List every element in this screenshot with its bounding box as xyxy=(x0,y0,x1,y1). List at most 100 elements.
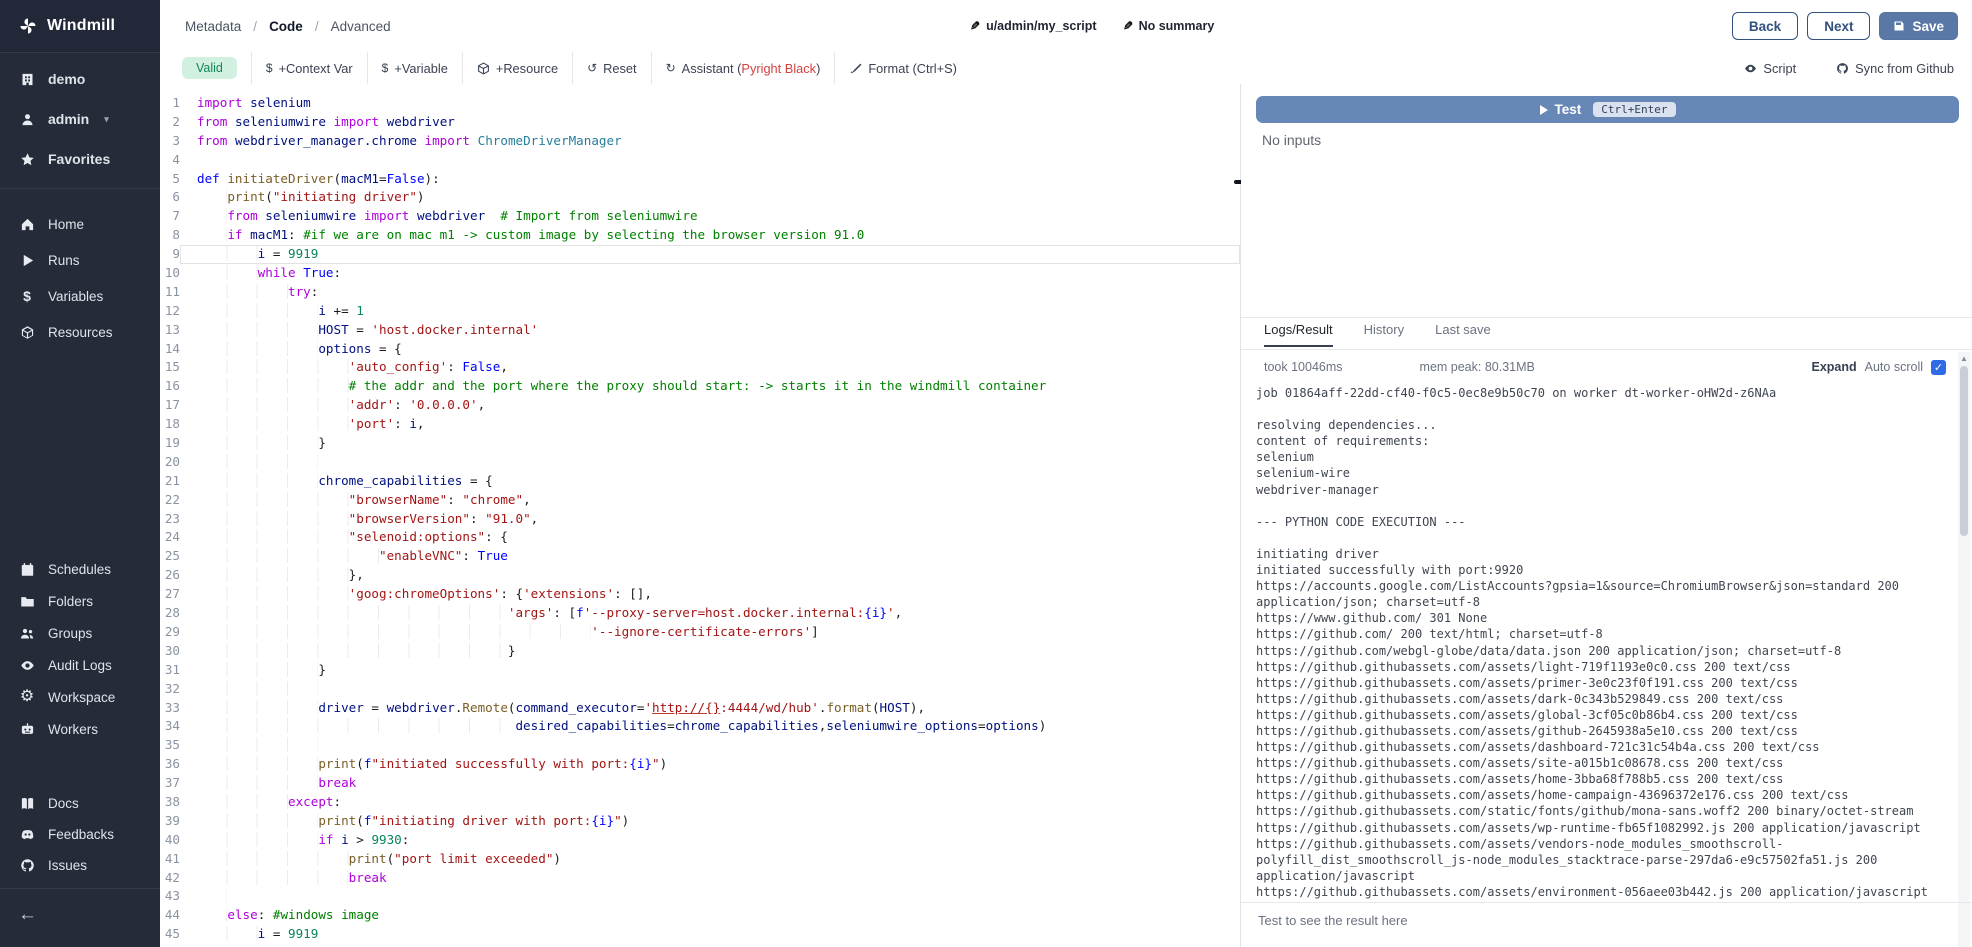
folder-icon xyxy=(19,593,35,609)
sidebar-item-runs[interactable]: Runs xyxy=(0,244,160,276)
pen-icon xyxy=(849,62,862,75)
add-context-var-button[interactable]: $ +Context Var xyxy=(252,61,367,76)
sidebar-item-home[interactable]: Home xyxy=(0,208,160,240)
expand-button[interactable]: Expand xyxy=(1811,360,1856,374)
assistant-toggle[interactable]: ↻ Assistant (Pyright Black) xyxy=(652,61,835,76)
code-line: 10 while True: xyxy=(160,264,1240,283)
user-icon xyxy=(19,111,35,127)
tab-history[interactable]: History xyxy=(1364,322,1404,347)
sidebar-item-schedules[interactable]: Schedules xyxy=(0,554,160,584)
tab-last-save[interactable]: Last save xyxy=(1435,322,1491,347)
header-actions: Back Next Save xyxy=(1732,12,1958,40)
tab-advanced[interactable]: Advanced xyxy=(331,19,391,34)
eye-icon xyxy=(1744,62,1757,75)
package-icon xyxy=(477,62,490,75)
code-line: 15 'auto_config': False, xyxy=(160,358,1240,377)
autoscroll-label[interactable]: Auto scroll xyxy=(1865,360,1923,374)
script-summary-edit[interactable]: ✎ No summary xyxy=(1123,19,1215,33)
code-line: 39 print(f"initiating driver with port:{… xyxy=(160,812,1240,831)
code-line: 5def initiateDriver(macM1=False): xyxy=(160,170,1240,189)
sidebar-item-favorites[interactable]: Favorites xyxy=(0,144,160,174)
eye-icon xyxy=(19,657,35,673)
github-icon xyxy=(1836,62,1849,75)
code-line: 45 i = 9919 xyxy=(160,925,1240,944)
format-button[interactable]: Format (Ctrl+S) xyxy=(835,61,971,76)
mem-peak-label: mem peak: 80.31MB xyxy=(1420,360,1535,374)
sidebar-item-workers[interactable]: Workers xyxy=(0,714,160,744)
code-line: 31 } xyxy=(160,661,1240,680)
code-line: 38 except: xyxy=(160,793,1240,812)
sidebar-item-audit-logs[interactable]: Audit Logs xyxy=(0,650,160,680)
code-line: 24 "selenoid:options": { xyxy=(160,528,1240,547)
sidebar-item-workspace-settings[interactable]: ⚙ Workspace xyxy=(0,682,160,712)
github-icon xyxy=(19,857,35,873)
windmill-app: Windmill demo admin ▾ Favorites Home Run… xyxy=(0,0,1972,947)
sidebar-item-label: Docs xyxy=(48,796,79,811)
log-output: job 01864aff-22dd-cf40-f0c5-0ec8e9b50c70… xyxy=(1256,385,1948,900)
sidebar-item-folders[interactable]: Folders xyxy=(0,586,160,616)
sidebar-item-docs[interactable]: Docs xyxy=(0,788,160,818)
code-line: 2from seleniumwire import webdriver xyxy=(160,113,1240,132)
logs-splitter[interactable] xyxy=(1241,317,1972,318)
sidebar-item-label: Folders xyxy=(48,594,93,609)
sidebar-item-variables[interactable]: $ Variables xyxy=(0,280,160,312)
code-line: 28 'args': [f'--proxy-server=host.docker… xyxy=(160,604,1240,623)
sidebar-item-workspace[interactable]: demo xyxy=(0,64,160,94)
log-scrollbar[interactable]: ▲ xyxy=(1958,352,1970,947)
reset-button[interactable]: ↺ Reset xyxy=(573,61,651,76)
valid-badge: Valid xyxy=(182,57,237,79)
editor-toolbar: Valid $ +Context Var $ +Variable +Resour… xyxy=(160,52,1972,85)
code-line: 25 "enableVNC": True xyxy=(160,547,1240,566)
sidebar-item-label: Schedules xyxy=(48,562,111,577)
shortcut-badge: Ctrl+Enter xyxy=(1593,102,1675,117)
sidebar-item-label: Feedbacks xyxy=(48,827,114,842)
undo-icon: ↺ xyxy=(587,61,597,75)
dollar-icon: $ xyxy=(266,61,273,75)
code-line: 43 xyxy=(160,887,1240,906)
no-inputs-label: No inputs xyxy=(1262,132,1321,148)
header: Metadata / Code / Advanced ✎ u/admin/my_… xyxy=(160,0,1972,53)
script-kind-button[interactable]: Script xyxy=(1744,61,1796,76)
code-line: 1import selenium xyxy=(160,94,1240,113)
add-variable-button[interactable]: $ +Variable xyxy=(368,61,462,76)
code-lines: 1import selenium2from seleniumwire impor… xyxy=(160,94,1240,944)
brand[interactable]: Windmill xyxy=(0,0,160,53)
scrollbar-thumb[interactable] xyxy=(1960,366,1968,536)
add-resource-button[interactable]: +Resource xyxy=(463,61,572,76)
code-line: 26 }, xyxy=(160,566,1240,585)
code-editor[interactable]: 1import selenium2from seleniumwire impor… xyxy=(160,84,1240,947)
code-line: 35 xyxy=(160,736,1240,755)
scroll-up-icon[interactable]: ▲ xyxy=(1960,354,1968,363)
sidebar-item-issues[interactable]: Issues xyxy=(0,850,160,880)
sidebar-item-resources[interactable]: Resources xyxy=(0,316,160,348)
sidebar: Windmill demo admin ▾ Favorites Home Run… xyxy=(0,0,160,947)
collapse-sidebar-button[interactable]: ← xyxy=(12,898,43,932)
dollar-icon: $ xyxy=(382,61,389,75)
autoscroll-checkbox[interactable]: ✓ xyxy=(1931,360,1946,375)
code-line: 9 i = 9919 xyxy=(160,245,1240,264)
tab-logs-result[interactable]: Logs/Result xyxy=(1264,322,1333,347)
toolbar-left: Valid $ +Context Var $ +Variable +Resour… xyxy=(182,52,971,84)
chevron-down-icon: ▾ xyxy=(104,114,109,125)
sidebar-item-feedbacks[interactable]: Feedbacks xyxy=(0,819,160,849)
back-button[interactable]: Back xyxy=(1732,12,1798,40)
run-panel: Test Ctrl+Enter No inputs Logs/Result Hi… xyxy=(1241,84,1972,947)
sync-from-github-button[interactable]: Sync from Github xyxy=(1836,61,1954,76)
code-line: 12 i += 1 xyxy=(160,302,1240,321)
code-line: 11 try: xyxy=(160,283,1240,302)
script-summary: No summary xyxy=(1139,19,1215,33)
next-button[interactable]: Next xyxy=(1807,12,1870,40)
assistant-engine: Pyright Black xyxy=(741,61,816,76)
tab-code[interactable]: Code xyxy=(269,19,303,34)
pencil-icon: ✎ xyxy=(970,19,980,33)
save-button[interactable]: Save xyxy=(1879,12,1958,40)
script-path-edit[interactable]: ✎ u/admin/my_script xyxy=(970,19,1097,33)
code-line: 41 print("port limit exceeded") xyxy=(160,850,1240,869)
sidebar-item-label: Workspace xyxy=(48,690,115,705)
floppy-icon xyxy=(1893,20,1905,32)
code-line: 40 if i > 9930: xyxy=(160,831,1240,850)
sidebar-item-groups[interactable]: Groups xyxy=(0,618,160,648)
test-button[interactable]: Test Ctrl+Enter xyxy=(1256,96,1959,123)
tab-metadata[interactable]: Metadata xyxy=(185,19,241,34)
sidebar-item-user[interactable]: admin ▾ xyxy=(0,104,160,134)
